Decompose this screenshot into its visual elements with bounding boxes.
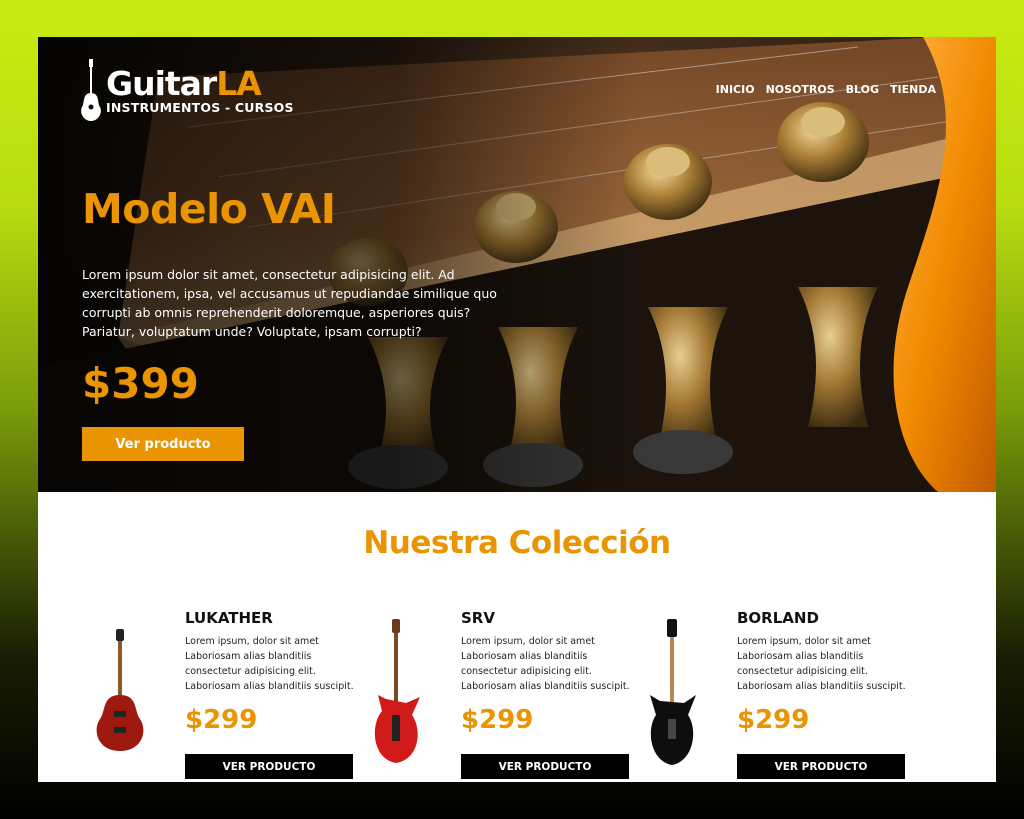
nav-link-nosotros[interactable]: NOSOTROS	[766, 83, 835, 96]
hero-description: Lorem ipsum dolor sit amet, consectetur …	[82, 267, 497, 339]
product-name: BORLAND	[737, 609, 819, 627]
product-card-lukather: LUKATHER Lorem ipsum, dolor sit amet Lab…	[88, 609, 358, 782]
hero-price: $399	[82, 359, 199, 408]
ver-producto-button[interactable]: VER PRODUCTO	[185, 754, 353, 779]
product-description: Lorem ipsum, dolor sit amet Laboriosam a…	[461, 636, 630, 692]
product-price: $299	[737, 705, 810, 735]
product-name: LUKATHER	[185, 609, 273, 627]
guitar-logo-icon	[81, 59, 101, 121]
logo[interactable]: GuitarLA INSTRUMENTOS - CURSOS	[80, 59, 294, 121]
ver-producto-button[interactable]: VER PRODUCTO	[461, 754, 629, 779]
guitar-image-srv	[374, 619, 420, 763]
product-description: Lorem ipsum, dolor sit amet Laboriosam a…	[737, 636, 906, 692]
page-frame: GuitarLA INSTRUMENTOS - CURSOS INICIO NO…	[38, 37, 996, 782]
product-card-borland: BORLAND Lorem ipsum, dolor sit amet Labo…	[640, 609, 910, 782]
nav-link-tienda[interactable]: TIENDA	[890, 83, 936, 96]
ver-producto-button[interactable]: Ver producto	[82, 427, 244, 461]
product-card-srv: SRV Lorem ipsum, dolor sit amet Laborios…	[364, 609, 634, 782]
product-description: Lorem ipsum, dolor sit amet Laboriosam a…	[185, 636, 354, 692]
product-price: $299	[461, 705, 534, 735]
logo-title: GuitarLA	[106, 63, 262, 103]
nav-link-blog[interactable]: BLOG	[846, 83, 879, 96]
guitar-image-borland	[650, 619, 696, 765]
hero-title: Modelo VAI	[82, 185, 336, 233]
nav-link-inicio[interactable]: INICIO	[716, 83, 755, 96]
product-price: $299	[185, 705, 258, 735]
logo-subtitle: INSTRUMENTOS - CURSOS	[106, 99, 294, 115]
guitar-image-lukather	[96, 629, 144, 751]
ver-producto-button[interactable]: VER PRODUCTO	[737, 754, 905, 779]
hero-section: GuitarLA INSTRUMENTOS - CURSOS INICIO NO…	[38, 37, 996, 492]
collection-title: Nuestra Colección	[363, 525, 671, 561]
product-name: SRV	[461, 609, 495, 627]
main-nav: INICIO NOSOTROS BLOG TIENDA	[716, 83, 936, 96]
